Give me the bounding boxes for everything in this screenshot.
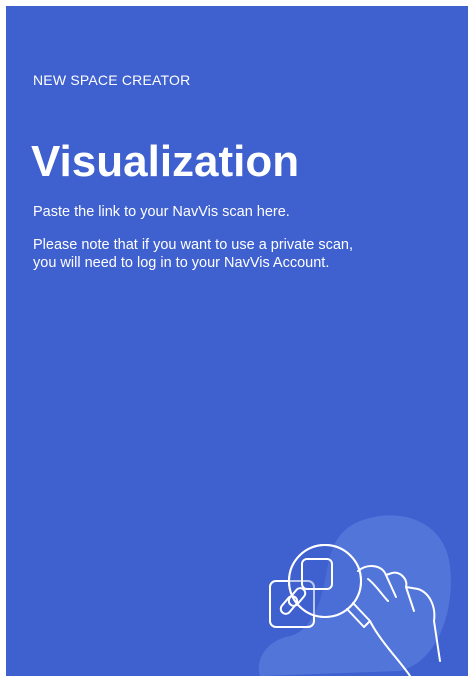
page-title: Visualization [31,137,300,186]
intro-text: Paste the link to your NavVis scan here. [33,204,290,220]
note-line-2: you will need to log in to your NavVis A… [33,255,330,271]
section-eyebrow: NEW SPACE CREATOR [33,72,191,88]
private-scan-note: Please note that if you want to use a pr… [33,236,433,272]
magnifier-link-hand-icon [258,515,451,676]
note-line-1: Please note that if you want to use a pr… [33,237,353,253]
visualization-panel: NEW SPACE CREATOR Visualization Paste th… [6,6,468,676]
